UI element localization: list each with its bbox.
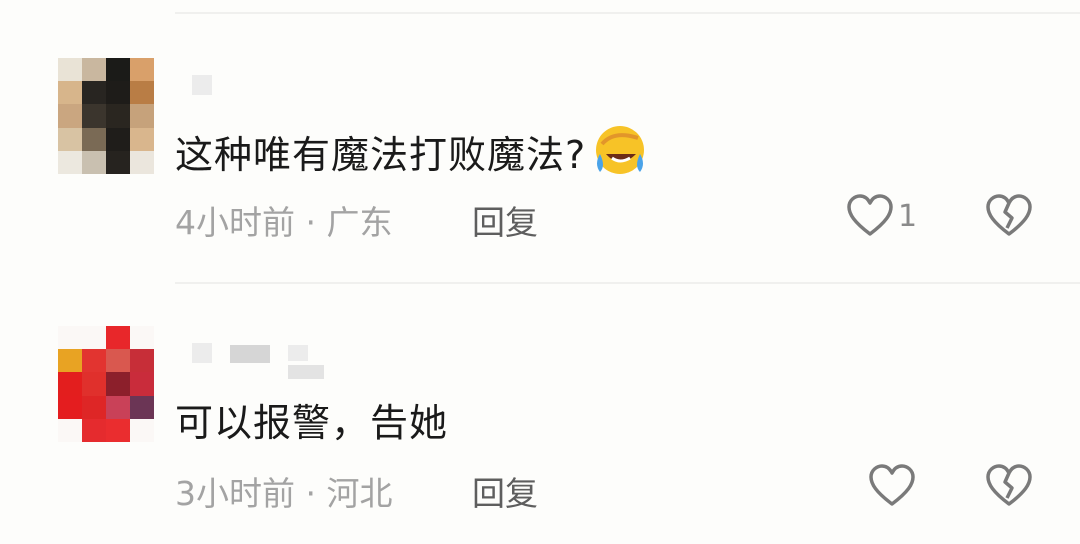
dislike-button[interactable] — [985, 194, 1033, 238]
avatar-pixel — [58, 418, 82, 442]
timestamp: 4小时前 — [175, 203, 295, 242]
like-button[interactable] — [868, 464, 916, 508]
avatar-pixel — [106, 58, 130, 82]
avatar-pixel — [130, 81, 154, 105]
avatar-pixel — [58, 326, 82, 350]
avatar-pixel — [58, 127, 82, 151]
comment-text: 可以报警，告她 — [175, 401, 449, 445]
comment-meta: 3小时前 · 河北 — [175, 467, 393, 515]
avatar-pixel — [130, 58, 154, 82]
avatar-pixel — [82, 150, 106, 174]
avatar-pixel — [106, 326, 130, 350]
comment-divider — [175, 282, 1080, 284]
like-button[interactable]: 1 — [846, 194, 917, 238]
reply-button[interactable]: 回复 — [472, 467, 538, 515]
avatar-pixel — [58, 372, 82, 396]
like-count: 1 — [898, 198, 918, 234]
broken-heart-icon — [985, 464, 1033, 508]
comment-text: 这种唯有魔法打败魔法? — [175, 124, 646, 187]
avatar-pixel — [82, 418, 106, 442]
heart-outline-icon — [868, 464, 916, 508]
avatar-pixel — [82, 349, 106, 373]
avatar-pixel — [58, 58, 82, 82]
reply-button[interactable]: 回复 — [472, 196, 538, 244]
avatar-pixel — [130, 150, 154, 174]
avatar-pixel — [58, 81, 82, 105]
avatar-pixel — [106, 150, 130, 174]
avatar-pixel — [58, 349, 82, 373]
avatar-pixel — [82, 127, 106, 151]
rolling-laughing-emoji-icon — [592, 124, 646, 187]
avatar-pixel — [106, 349, 130, 373]
avatar-pixel — [106, 81, 130, 105]
avatar-pixel — [106, 104, 130, 128]
timestamp: 3小时前 — [175, 474, 295, 513]
avatar-pixel — [106, 395, 130, 419]
top-divider — [175, 12, 1080, 14]
dislike-button[interactable] — [985, 464, 1033, 508]
avatar-pixel — [82, 104, 106, 128]
meta-separator: · — [305, 474, 317, 513]
broken-heart-icon — [985, 194, 1033, 238]
avatar-pixel — [58, 104, 82, 128]
avatar-pixel — [82, 395, 106, 419]
avatar-pixel — [106, 418, 130, 442]
avatar-pixel — [130, 127, 154, 151]
avatar-pixel — [82, 326, 106, 350]
comment-meta: 4小时前 · 广东 — [175, 196, 393, 244]
location: 河北 — [326, 474, 393, 513]
avatar-pixel — [82, 81, 106, 105]
avatar-pixel — [130, 372, 154, 396]
heart-outline-icon — [846, 194, 894, 238]
avatar-pixel — [106, 372, 130, 396]
avatar-pixel — [106, 127, 130, 151]
avatar-pixel — [82, 58, 106, 82]
avatar-pixel — [58, 395, 82, 419]
avatar-pixel — [82, 372, 106, 396]
location: 广东 — [326, 203, 393, 242]
meta-separator: · — [305, 203, 317, 242]
avatar-pixel — [130, 395, 154, 419]
avatar-pixel — [58, 150, 82, 174]
avatar-pixel — [130, 418, 154, 442]
avatar-pixel — [130, 349, 154, 373]
avatar-pixel — [130, 326, 154, 350]
avatar-pixel — [130, 104, 154, 128]
avatar[interactable] — [58, 58, 154, 174]
avatar[interactable] — [58, 326, 154, 442]
